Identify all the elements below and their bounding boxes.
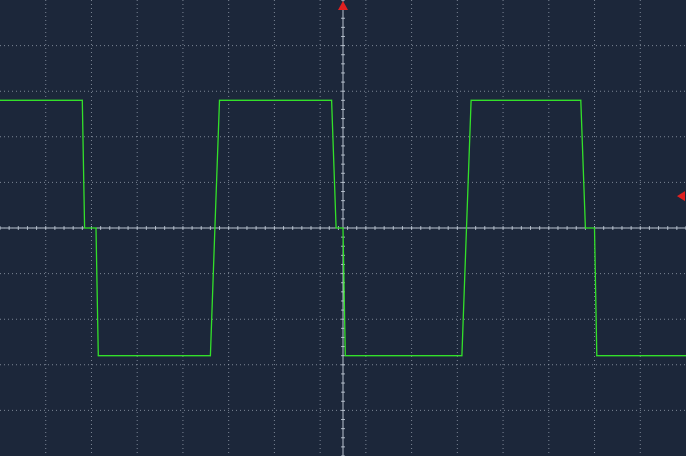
waveform-point [470,99,472,101]
waveform-point [584,227,586,229]
waveform-point [93,227,95,229]
waveform-point [88,227,90,229]
waveform-point [209,355,211,357]
waveform-point [81,99,83,101]
waveform-point [340,227,342,229]
waveform-point [465,227,468,229]
waveform-point [596,355,598,357]
waveform-point [214,227,216,229]
waveform-point [84,227,86,229]
waveform-point [344,355,346,357]
waveform-point [342,227,344,229]
waveform-point [580,99,582,101]
waveform-point [95,227,97,229]
waveform-point [330,99,333,101]
waveform-point [593,227,596,229]
oscilloscope-screen [0,0,686,456]
waveform-point [97,355,99,357]
waveform-point [335,227,337,229]
waveform-point [589,227,591,229]
waveform-point [218,99,221,101]
waveform-point [461,355,463,357]
waveform-point [337,227,340,229]
